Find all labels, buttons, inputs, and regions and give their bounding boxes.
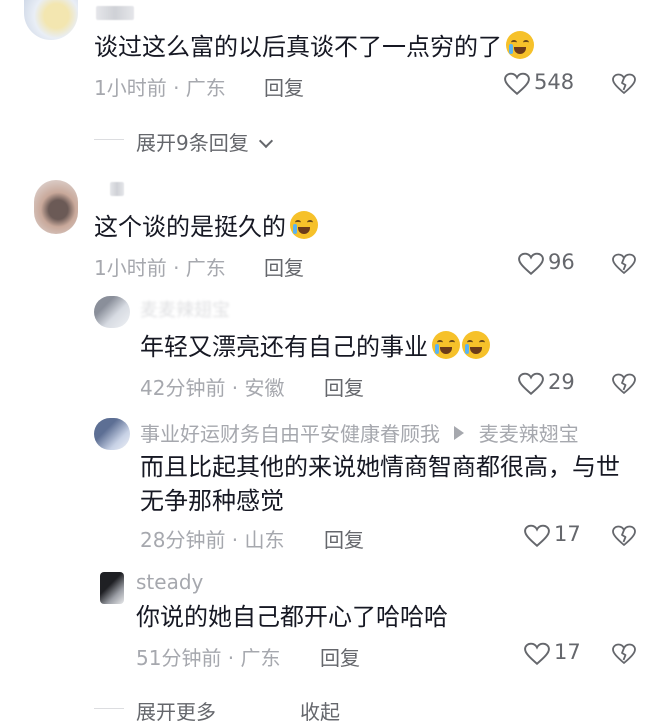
like-heart-icon[interactable]: [504, 72, 530, 96]
like-count: 29: [548, 370, 575, 394]
reply-text: 你说的她自己都开心了哈哈哈: [136, 603, 448, 631]
reply-button[interactable]: 回复: [320, 642, 360, 671]
like-heart-icon[interactable]: [524, 642, 550, 666]
dislike-broken-heart-icon[interactable]: [612, 372, 636, 396]
dislike-broken-heart-icon[interactable]: [612, 252, 636, 276]
like-heart-icon[interactable]: [524, 524, 550, 548]
like-count: 17: [554, 522, 581, 546]
reply-button[interactable]: 回复: [324, 524, 364, 553]
crying-laugh-emoji-icon: [506, 31, 534, 59]
expand-divider: [94, 139, 124, 140]
expand-replies-button[interactable]: 展开9条回复: [136, 127, 274, 156]
username-blurred[interactable]: [96, 6, 134, 20]
avatar[interactable]: [94, 296, 130, 328]
chevron-down-icon: [259, 133, 274, 149]
reply-button[interactable]: 回复: [324, 372, 364, 401]
reply-username[interactable]: steady: [136, 570, 203, 594]
avatar[interactable]: [94, 418, 130, 450]
username-blurred[interactable]: [110, 182, 124, 196]
reply-username[interactable]: 麦麦辣翅宝: [140, 296, 230, 322]
crying-laugh-emoji-icon: [290, 211, 318, 239]
crying-emoji-icon: [462, 331, 490, 359]
reply-text: 年轻又漂亮还有自己的事业: [140, 330, 490, 364]
comment-time-location: 1小时前 · 广东: [94, 256, 226, 280]
reply-time-location: 42分钟前 · 安徽: [140, 376, 285, 400]
avatar[interactable]: [34, 180, 78, 234]
like-count: 548: [534, 70, 575, 94]
like-heart-icon[interactable]: [518, 252, 544, 276]
comment-text: 这个谈的是挺久的: [94, 210, 318, 244]
comment-text: 谈过这么富的以后真谈不了一点穷的了: [94, 30, 534, 64]
reply-button[interactable]: 回复: [264, 252, 304, 281]
like-heart-icon[interactable]: [518, 372, 544, 396]
reply-arrow-icon: [454, 426, 465, 440]
like-count: 17: [554, 640, 581, 664]
reply-username-line[interactable]: 事业好运财务自由平安健康眷顾我 麦麦辣翅宝: [140, 418, 579, 447]
dislike-broken-heart-icon[interactable]: [612, 72, 636, 96]
comment-time-location: 1小时前 · 广东: [94, 76, 226, 100]
reply-time-location: 28分钟前 · 山东: [140, 528, 285, 552]
reply-time-location: 51分钟前 · 广东: [136, 646, 281, 670]
like-count: 96: [548, 250, 575, 274]
avatar[interactable]: [24, 0, 78, 40]
crying-emoji-icon: [432, 331, 460, 359]
expand-divider: [94, 708, 124, 709]
reply-button[interactable]: 回复: [264, 72, 304, 101]
dislike-broken-heart-icon[interactable]: [612, 642, 636, 666]
dislike-broken-heart-icon[interactable]: [612, 524, 636, 548]
reply-text: 而且比起其他的来说她情商智商都很高，与世无争那种感觉: [140, 453, 620, 515]
avatar[interactable]: [100, 572, 124, 604]
